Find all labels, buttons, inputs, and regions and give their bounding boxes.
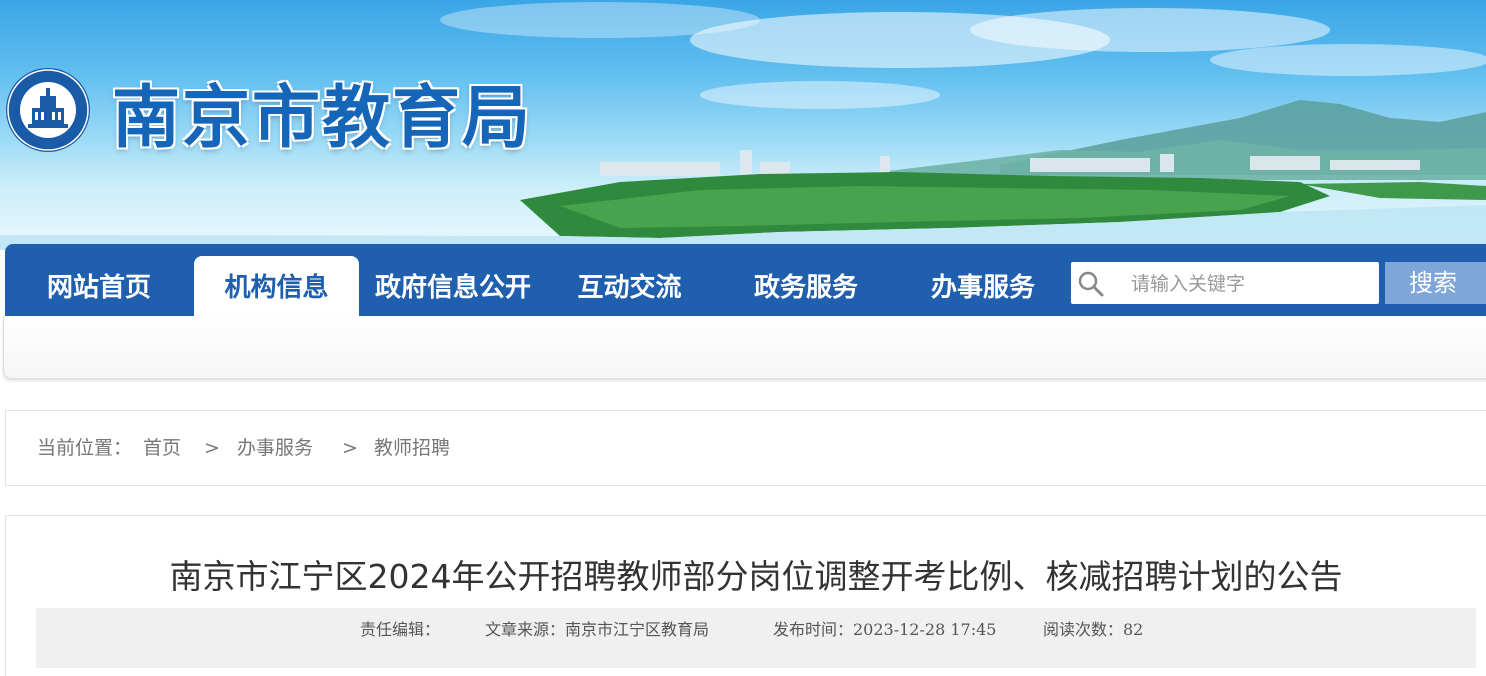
meta-publish-time: 发布时间：2023-12-28 17:45 xyxy=(773,620,997,639)
site-title: 南京市教育局 xyxy=(112,78,533,158)
search-box xyxy=(1071,262,1379,304)
article-meta-bar: 责任编辑： 文章来源：南京市江宁区教育局 发布时间：2023-12-28 17:… xyxy=(36,608,1476,668)
main-nav: 网站首页 机构信息 政府信息公开 互动交流 政务服务 办事服务 搜索 xyxy=(5,244,1486,316)
breadcrumb-separator: > xyxy=(204,437,220,459)
search-icon xyxy=(1078,271,1104,297)
meta-source: 文章来源：南京市江宁区教育局 xyxy=(485,620,710,639)
meta-views: 阅读次数：82 xyxy=(1043,620,1144,639)
breadcrumb-item-teacher-recruitment[interactable]: 教师招聘 xyxy=(374,411,450,485)
nav-item-gov-info-disclosure[interactable]: 政府信息公开 xyxy=(362,244,544,316)
breadcrumb-prefix: 当前位置： xyxy=(37,437,133,459)
nav-item-interaction[interactable]: 互动交流 xyxy=(552,244,707,316)
breadcrumb: 当前位置： 首页 > 办事服务 > 教师招聘 xyxy=(5,410,1486,486)
nav-item-home[interactable]: 网站首页 xyxy=(5,244,193,316)
breadcrumb-separator: > xyxy=(342,437,358,459)
nanjing-education-emblem-icon xyxy=(6,68,90,152)
nav-item-gov-services[interactable]: 政务服务 xyxy=(730,244,882,316)
sub-navigation-bar xyxy=(3,316,1486,379)
nav-item-organization-info[interactable]: 机构信息 xyxy=(194,256,359,316)
search-input[interactable] xyxy=(1129,266,1373,302)
nav-item-affairs-services[interactable]: 办事服务 xyxy=(908,244,1058,316)
article: 南京市江宁区2024年公开招聘教师部分岗位调整开考比例、核减招聘计划的公告 责任… xyxy=(5,515,1486,676)
header-banner: 南京市教育局 xyxy=(0,0,1486,250)
meta-editor: 责任编辑： xyxy=(360,620,441,639)
breadcrumb-item-home[interactable]: 首页 xyxy=(143,411,181,485)
article-title: 南京市江宁区2024年公开招聘教师部分岗位调整开考比例、核减招聘计划的公告 xyxy=(169,557,1343,596)
search-button[interactable]: 搜索 xyxy=(1385,262,1486,304)
breadcrumb-item-affairs-services[interactable]: 办事服务 xyxy=(237,411,313,485)
